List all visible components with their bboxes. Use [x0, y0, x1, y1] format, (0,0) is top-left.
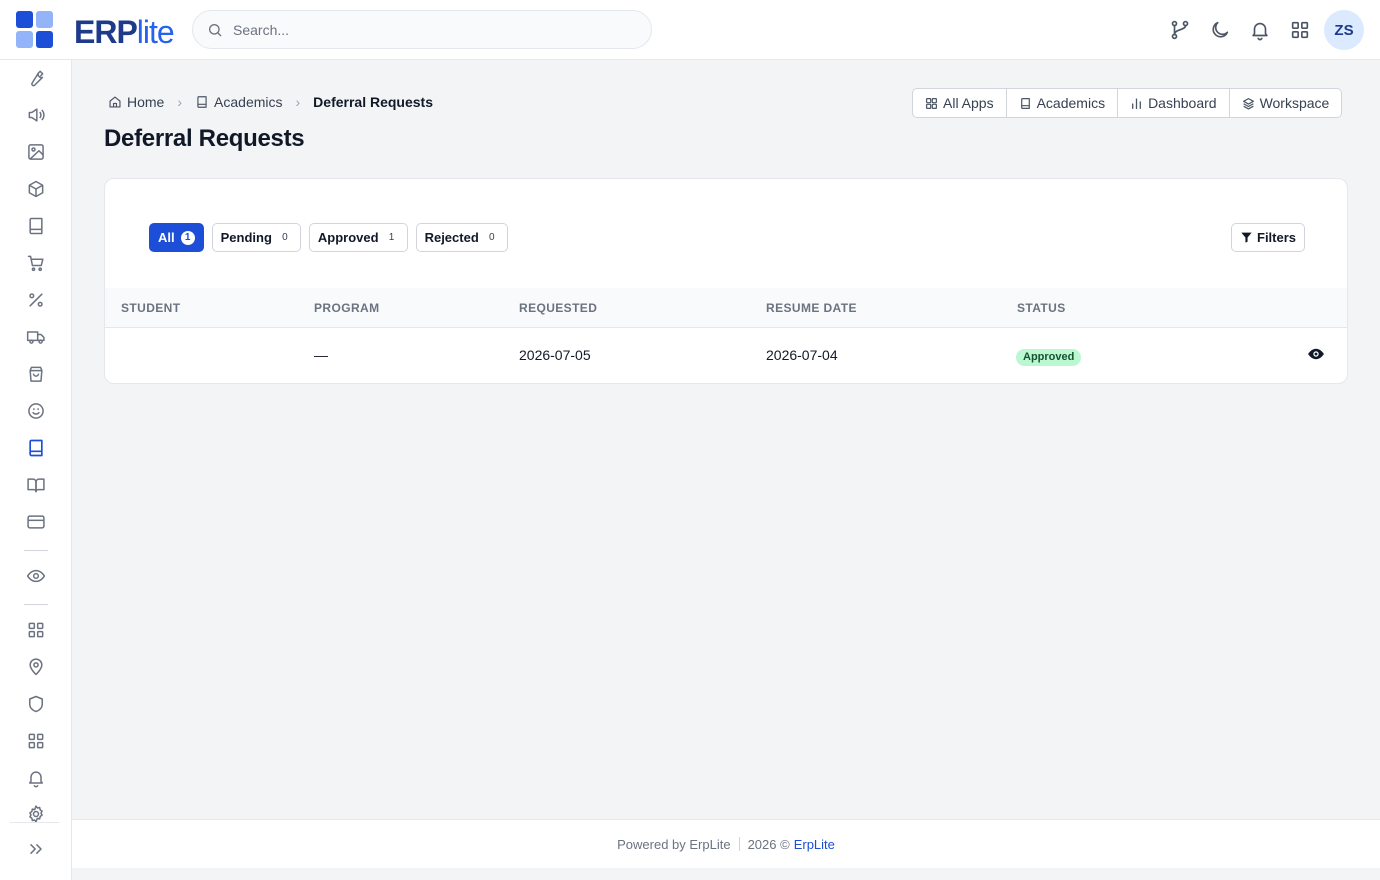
book-icon[interactable] [26, 216, 46, 236]
quicklink-workspace[interactable]: Workspace [1230, 89, 1342, 117]
eye-icon[interactable] [26, 566, 46, 586]
tab-rejected[interactable]: Rejected 0 [415, 223, 508, 252]
settings-icon[interactable] [26, 804, 46, 824]
cube-icon[interactable] [26, 179, 46, 199]
cart-icon[interactable] [26, 253, 46, 273]
page-title: Deferral Requests [104, 125, 305, 152]
tab-label: Approved [317, 230, 379, 245]
breadcrumb-home[interactable]: Home [108, 94, 164, 110]
bell-icon[interactable] [26, 768, 46, 788]
tab-label: All [158, 230, 175, 245]
book-icon [197, 96, 207, 108]
filters-button[interactable]: Filters [1231, 223, 1306, 252]
quick-links: All Apps Academics Dashboard Workspace [912, 88, 1343, 118]
open-book-icon[interactable] [26, 475, 46, 495]
bar-chart-icon [1132, 98, 1142, 109]
tab-count: 1 [388, 232, 395, 243]
search-input[interactable] [233, 21, 613, 38]
grid-icon[interactable] [26, 620, 46, 640]
tab-label: Rejected [424, 230, 479, 245]
image-icon[interactable] [26, 142, 46, 162]
user-avatar[interactable]: ZS [1324, 10, 1364, 50]
wrench-icon[interactable] [26, 68, 46, 88]
breadcrumb-home-label: Home [127, 94, 165, 110]
column-header-requested[interactable]: REQUESTED [519, 301, 597, 315]
book-icon [1020, 97, 1030, 109]
brand-logo[interactable]: ERPlite [74, 13, 175, 51]
home-icon [109, 96, 121, 108]
table-header: STUDENT PROGRAM REQUESTED RESUME DATE ST… [105, 288, 1347, 328]
quicklink-label: Academics [1036, 95, 1106, 111]
brand-strong: ERP [74, 14, 138, 50]
moon-icon[interactable] [1209, 19, 1231, 41]
breadcrumb: Home › Academics › Deferral Requests [108, 93, 433, 111]
grid-icon[interactable] [26, 731, 46, 751]
expand-icon[interactable] [26, 839, 46, 859]
footer-copyright: 2026 © [747, 836, 790, 852]
search-icon [209, 23, 222, 36]
tab-count: 1 [180, 230, 195, 245]
table-row[interactable]: — 2026-07-05 2026-07-04 Approved [105, 328, 1347, 383]
cell-resume-date: 2026-07-04 [766, 347, 838, 363]
apps-grid-icon[interactable] [1289, 19, 1311, 41]
tab-count: 0 [489, 232, 495, 243]
quicklink-label: Workspace [1259, 95, 1330, 111]
breadcrumb-separator: › [295, 94, 301, 110]
footer-divider [738, 837, 740, 851]
cell-program: — [314, 347, 328, 363]
column-header-resume-date[interactable]: RESUME DATE [766, 301, 857, 315]
breadcrumb-current: Deferral Requests [313, 94, 433, 110]
view-eye-icon[interactable] [1307, 345, 1325, 363]
tab-all[interactable]: All 1 [149, 223, 204, 252]
status-tabs: All 1 Pending 0 Approved 1 Rejected 0 [149, 223, 508, 252]
logo-icon[interactable] [16, 11, 54, 49]
tab-label: Pending [220, 230, 272, 245]
quicklink-all-apps[interactable]: All Apps [913, 89, 1007, 117]
quicklink-label: All Apps [943, 95, 994, 111]
column-header-student[interactable]: STUDENT [121, 301, 180, 315]
map-pin-icon[interactable] [26, 657, 46, 677]
layers-icon [1242, 97, 1254, 110]
breadcrumb-academics-label: Academics [214, 94, 283, 110]
column-header-status[interactable]: STATUS [1017, 301, 1066, 315]
filters-label: Filters [1257, 230, 1297, 245]
footer-link[interactable]: ErpLite [794, 837, 835, 852]
credit-card-icon[interactable] [26, 512, 46, 532]
shopping-bag-icon[interactable] [26, 364, 46, 384]
brand-light: lite [136, 14, 175, 50]
tab-count: 0 [282, 232, 288, 243]
status-badge: Approved [1016, 349, 1082, 366]
book-active-icon[interactable] [26, 438, 46, 458]
grid-icon [926, 97, 937, 109]
megaphone-icon[interactable] [26, 105, 46, 125]
sidebar-footer-divider [10, 822, 59, 823]
sidebar-divider [24, 550, 48, 551]
filter-icon [1241, 232, 1252, 243]
footer: Powered by ErpLite 2026 © ErpLite [72, 819, 1380, 868]
search-bar[interactable] [192, 10, 652, 49]
deferral-requests-card: All 1 Pending 0 Approved 1 Rejected 0 Fi… [104, 178, 1348, 384]
column-header-program[interactable]: PROGRAM [314, 301, 379, 315]
tab-approved[interactable]: Approved 1 [308, 223, 408, 252]
smile-icon[interactable] [26, 401, 46, 421]
git-branch-icon[interactable] [1169, 19, 1191, 41]
quicklink-academics[interactable]: Academics [1007, 89, 1119, 117]
sidebar-divider [24, 604, 48, 605]
sidebar [0, 60, 72, 880]
percent-icon[interactable] [26, 290, 46, 310]
cell-requested: 2026-07-05 [519, 347, 591, 363]
quicklink-label: Dashboard [1148, 95, 1217, 111]
tab-pending[interactable]: Pending 0 [211, 223, 301, 252]
quicklink-dashboard[interactable]: Dashboard [1118, 89, 1230, 117]
breadcrumb-academics[interactable]: Academics [195, 94, 283, 110]
shield-icon[interactable] [26, 694, 46, 714]
bell-icon[interactable] [1249, 19, 1271, 41]
truck-icon[interactable] [26, 327, 46, 347]
breadcrumb-separator: › [177, 94, 183, 110]
top-bar: ERPlite ZS [0, 0, 1380, 60]
footer-powered: Powered by ErpLite [617, 836, 731, 852]
